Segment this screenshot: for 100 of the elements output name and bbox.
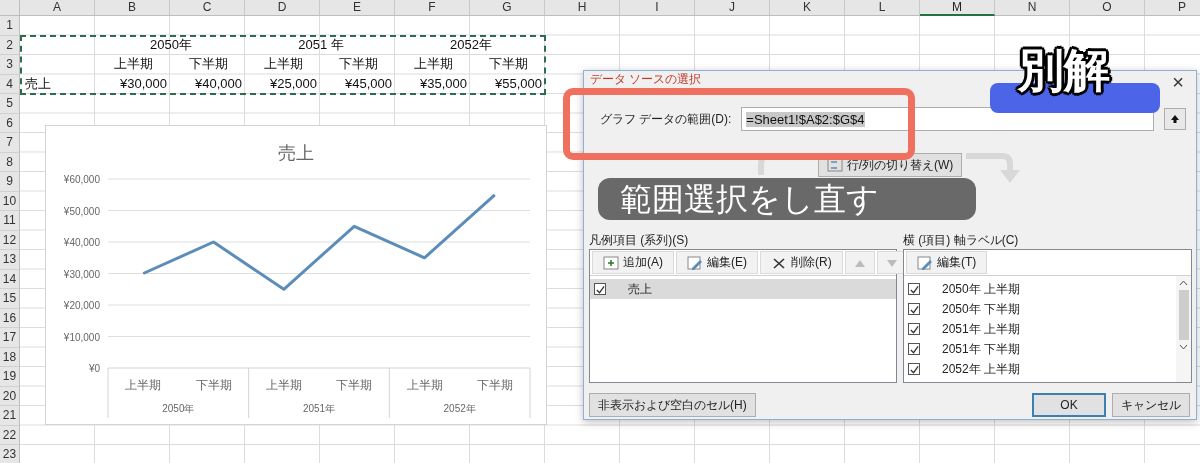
curved-arrow-arrowhead-icon	[966, 153, 1023, 183]
axis-group-label: 2052年	[443, 403, 476, 414]
row-header[interactable]: 17	[0, 328, 20, 348]
column-header[interactable]: M	[920, 0, 995, 16]
column-header[interactable]: I	[620, 0, 695, 16]
row-header[interactable]: 23	[0, 445, 20, 463]
column-header[interactable]: G	[470, 0, 545, 16]
checkbox[interactable]	[908, 363, 920, 375]
range-label: グラフ データの範囲(D):	[600, 110, 732, 128]
axis-category-label: 下半期	[195, 378, 232, 392]
item-label: 2051年 下半期	[942, 340, 1021, 358]
checkbox[interactable]	[908, 323, 920, 335]
cancel-button[interactable]: キャンセル	[1112, 393, 1190, 417]
check-icon	[909, 283, 919, 295]
item-label: 2052年 上半期	[942, 360, 1021, 378]
table-cell-text: 上半期	[113, 55, 154, 73]
table-cell-text: 売上	[24, 74, 52, 93]
column-header[interactable]: F	[395, 0, 470, 16]
row-header[interactable]: 20	[0, 386, 20, 406]
list-item[interactable]: 売上	[590, 279, 896, 299]
checkbox[interactable]	[594, 283, 606, 295]
list-heading: 凡例項目 (系列)(S)	[589, 232, 690, 249]
item-label: 売上	[628, 280, 652, 298]
delete-button[interactable]: 削除(R)	[760, 251, 843, 274]
edit-button[interactable]: 編集(E)	[676, 251, 758, 274]
table-cell-text: 2051 年	[297, 35, 345, 54]
row-header[interactable]: 22	[0, 425, 20, 445]
column-header[interactable]: P	[1145, 0, 1200, 16]
column-header[interactable]: N	[995, 0, 1070, 16]
row-header[interactable]: 4	[0, 74, 20, 94]
check-icon	[909, 363, 919, 375]
check-icon	[909, 303, 919, 315]
row-header[interactable]: 12	[0, 230, 20, 250]
axis-group-label: 2051年	[302, 403, 336, 414]
row-header[interactable]: 7	[0, 133, 20, 153]
scrollbar-thumb[interactable]	[1178, 290, 1189, 340]
axis-tick-label: ¥50,000	[63, 205, 100, 217]
close-button[interactable]: ×	[1166, 71, 1190, 94]
axis-category-label: 上半期	[125, 378, 162, 392]
add-button[interactable]: 追加(A)	[592, 251, 674, 274]
ok-button[interactable]: OK	[1032, 393, 1106, 417]
row-header[interactable]: 13	[0, 250, 20, 270]
table-cell-text: 上半期	[413, 55, 454, 73]
column-header[interactable]: O	[1070, 0, 1145, 16]
checkbox[interactable]	[908, 343, 920, 355]
column-header[interactable]: B	[95, 0, 170, 16]
switch-icon	[826, 158, 843, 172]
item-label: 2051年 上半期	[942, 320, 1021, 338]
table-cell-text: ¥55,000	[494, 74, 543, 93]
row-header[interactable]: 18	[0, 347, 20, 367]
column-header[interactable]: C	[170, 0, 245, 16]
row-header[interactable]: 5	[0, 94, 20, 114]
axis-category-label: 上半期	[406, 378, 443, 392]
row-header[interactable]: 3	[0, 55, 20, 75]
axis-tick-label: ¥20,000	[63, 300, 100, 311]
row-header[interactable]: 16	[0, 308, 20, 328]
column-header[interactable]: D	[245, 0, 320, 16]
axis-category-label: 下半期	[476, 378, 513, 392]
plus-icon	[603, 255, 619, 270]
row-header[interactable]: 6	[0, 113, 20, 133]
edit-icon	[917, 255, 933, 270]
edit-icon	[687, 255, 703, 270]
list-item[interactable]: 2051年 下半期	[904, 339, 1176, 359]
row-header[interactable]: 9	[0, 172, 20, 192]
list-item[interactable]: 2051年 上半期	[904, 319, 1176, 339]
delete-icon	[771, 255, 787, 270]
scroll-up-icon	[1179, 280, 1188, 286]
row-header[interactable]: 10	[0, 191, 20, 211]
axis-group-label: 2050年	[162, 403, 195, 414]
row-header[interactable]: 2	[0, 35, 20, 55]
list-item[interactable]: 2050年 上半期	[904, 279, 1176, 299]
row-header[interactable]: 11	[0, 211, 20, 231]
row-header[interactable]: 8	[0, 152, 20, 172]
table-cell-text: 2050年	[149, 35, 193, 54]
column-header[interactable]: A	[20, 0, 95, 16]
column-header[interactable]: K	[770, 0, 845, 16]
checkbox[interactable]	[908, 283, 920, 295]
row-header[interactable]: 21	[0, 406, 20, 426]
list-item[interactable]: 2050年 下半期	[904, 299, 1176, 319]
item-label: 2050年 上半期	[942, 280, 1021, 298]
row-header[interactable]: 1	[0, 16, 20, 36]
edit-button[interactable]: 編集(T)	[906, 251, 988, 274]
scroll-down-icon	[1179, 344, 1188, 350]
row-header[interactable]: 14	[0, 269, 20, 289]
row-header[interactable]: 15	[0, 289, 20, 309]
column-header[interactable]: J	[695, 0, 770, 16]
item-label: 2050年 下半期	[942, 300, 1021, 318]
column-header[interactable]: E	[320, 0, 395, 16]
chart-title: 売上	[278, 143, 314, 163]
column-header[interactable]: H	[545, 0, 620, 16]
row-header[interactable]: 19	[0, 367, 20, 387]
table-cell-text: ¥30,000	[119, 74, 168, 93]
column-header[interactable]: L	[845, 0, 920, 16]
axis-tick-label: ¥40,000	[63, 237, 100, 248]
list-item[interactable]: 2052年 上半期	[904, 359, 1176, 379]
checkbox[interactable]	[908, 303, 920, 315]
scrollbar[interactable]	[1176, 276, 1191, 382]
list-heading: 横 (項目) 軸ラベル(C)	[903, 232, 1020, 249]
collapse-dialog-button[interactable]	[1164, 108, 1186, 130]
hidden-empty-cells-button[interactable]: 非表示および空白のセル(H)	[589, 393, 756, 417]
